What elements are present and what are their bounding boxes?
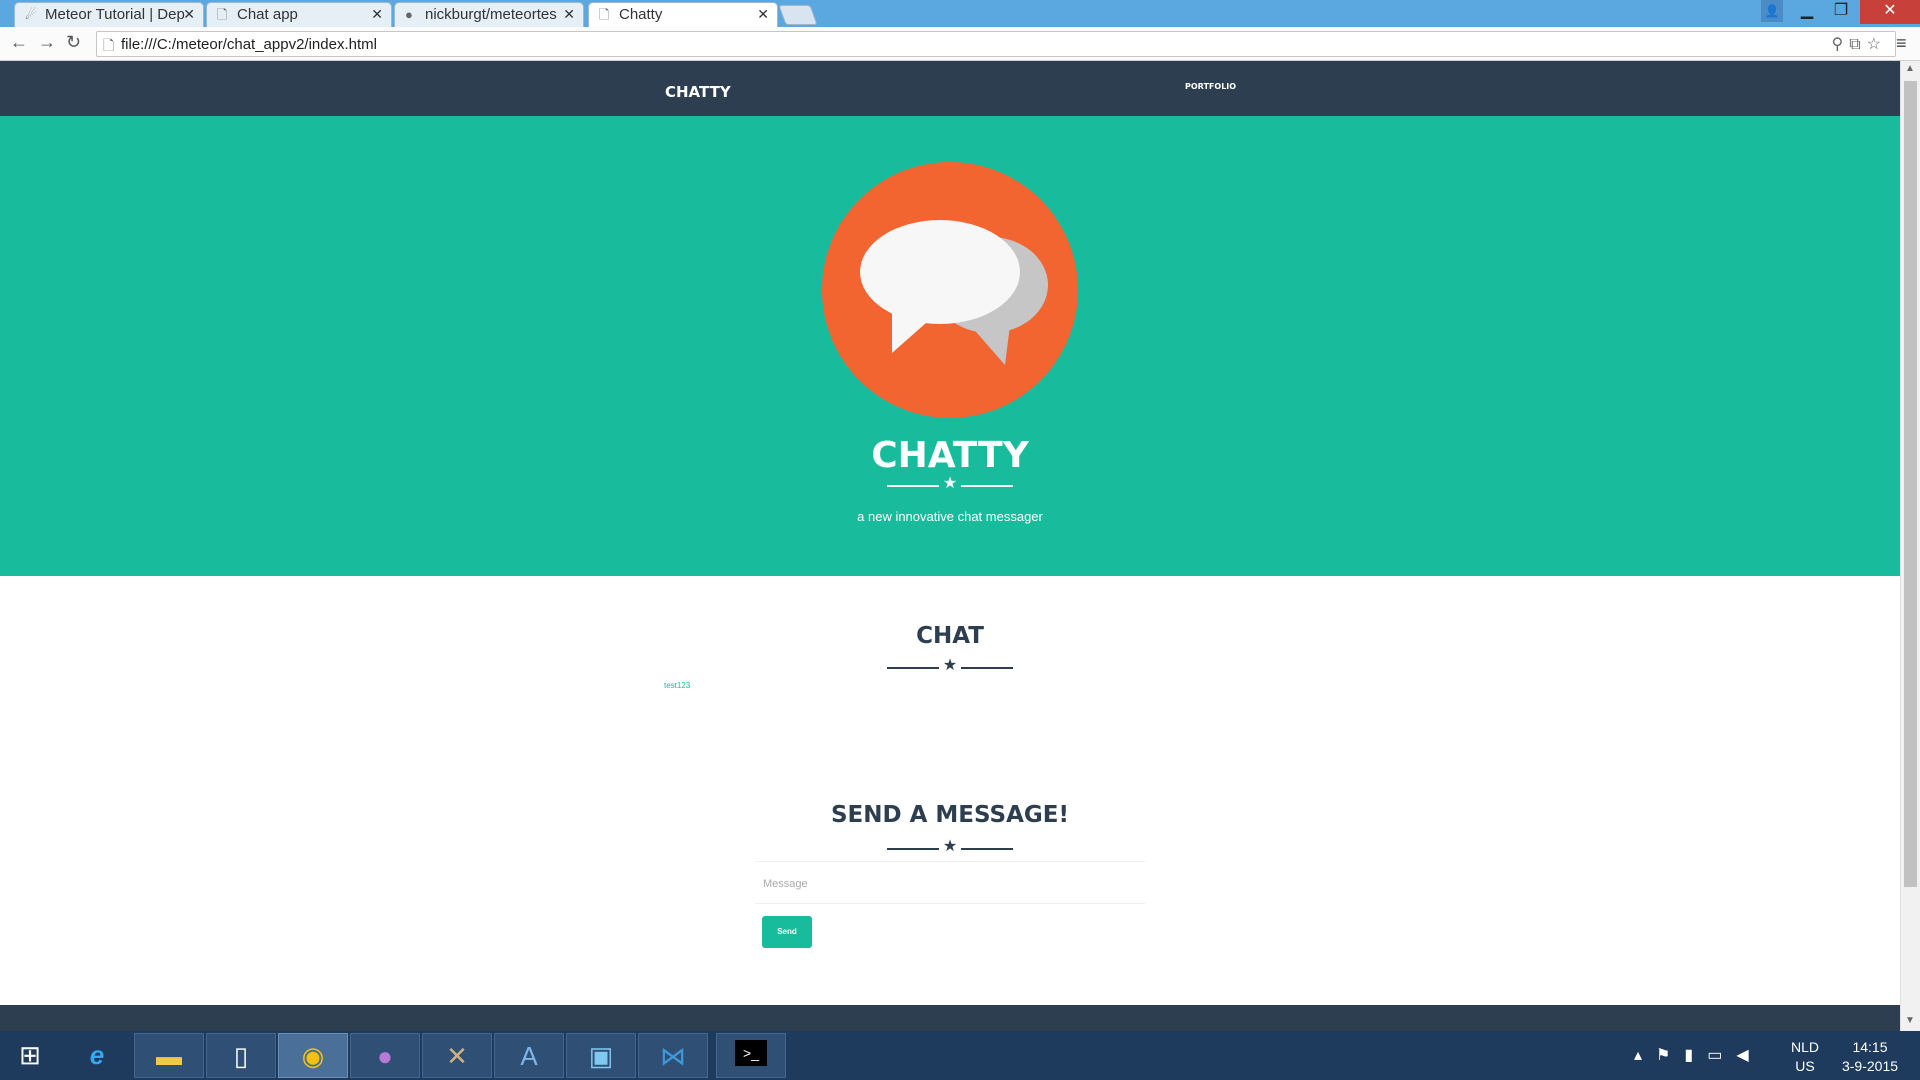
url-text[interactable]: file:///C:/meteor/chat_appv2/index.html bbox=[121, 36, 377, 53]
chrome-icon: ◉ bbox=[301, 1041, 325, 1071]
zoom-icon[interactable]: ⚲ bbox=[1832, 36, 1850, 53]
send-section-title: SEND A MESSAGE! bbox=[830, 802, 1069, 828]
site-footer bbox=[0, 1005, 1900, 1031]
message-input[interactable]: Message bbox=[755, 861, 1145, 904]
tab-chatty[interactable]: 🗋 Chatty ✕ bbox=[588, 2, 778, 28]
scroll-up-icon[interactable]: ▲ bbox=[1905, 63, 1915, 74]
address-bar[interactable]: 🗋 file:///C:/meteor/chat_appv2/index.htm… bbox=[96, 31, 1896, 57]
language-code: NLD bbox=[1790, 1039, 1819, 1055]
flag-icon[interactable]: ⚑ bbox=[1656, 1047, 1684, 1064]
chat-section-title: CHAT bbox=[916, 623, 984, 649]
text-editor-icon: A bbox=[520, 1041, 538, 1071]
hero-section: CHATTY ★ a new innovative chat messager bbox=[0, 116, 1900, 576]
scroll-down-icon[interactable]: ▼ bbox=[1905, 1015, 1915, 1026]
star-icon: ★ bbox=[942, 838, 958, 855]
translate-icon[interactable]: ⧉ bbox=[1849, 36, 1866, 53]
close-icon[interactable]: ✕ bbox=[183, 6, 195, 23]
notepad-icon: ▯ bbox=[233, 1041, 249, 1071]
command-prompt-icon: >_ bbox=[735, 1040, 767, 1066]
hero-title: CHATTY bbox=[871, 435, 1029, 476]
language-indicator[interactable]: NLD US bbox=[1788, 1038, 1822, 1076]
close-window-button[interactable]: ✕ bbox=[1860, 0, 1920, 24]
github-icon: ● bbox=[405, 7, 413, 22]
forward-icon[interactable]: → bbox=[38, 32, 56, 53]
taskbar-text-editor[interactable]: A bbox=[494, 1033, 564, 1078]
star-divider: ★ bbox=[887, 475, 1013, 493]
close-icon[interactable]: ✕ bbox=[371, 6, 383, 23]
windows-taskbar: ⊞ e ▬ ▯ ◉ ● ✕ A ▣ ⋈ >_ ▴⚑▮▭◀ NLD US 14:1… bbox=[0, 1031, 1920, 1080]
clock-time: 14:15 bbox=[1852, 1039, 1888, 1055]
close-icon[interactable]: ✕ bbox=[757, 6, 769, 23]
taskbar-github[interactable]: ● bbox=[350, 1033, 420, 1078]
star-divider: ★ bbox=[887, 657, 1013, 675]
page-viewport: CHATTY PORTFOLIO CHATTY ★ a new innovati… bbox=[0, 61, 1900, 1031]
taskbar-notepad[interactable]: ▯ bbox=[206, 1033, 276, 1078]
browser-toolbar: ← → ↻ 🗋 file:///C:/meteor/chat_appv2/ind… bbox=[0, 27, 1920, 61]
site-navbar: CHATTY PORTFOLIO bbox=[0, 61, 1900, 116]
menu-icon[interactable]: ≡ bbox=[1896, 33, 1907, 54]
profile-icon[interactable]: 👤 bbox=[1761, 0, 1783, 22]
send-button[interactable]: Send bbox=[762, 916, 812, 948]
maximize-button[interactable]: ❐ bbox=[1826, 0, 1856, 24]
page-icon: 🗋 bbox=[599, 7, 610, 22]
tab-label: nickburgt/meteortes bbox=[425, 6, 557, 23]
start-button[interactable]: ⊞ bbox=[0, 1033, 60, 1078]
tools-icon: ✕ bbox=[446, 1041, 468, 1071]
file-explorer-icon: ▬ bbox=[156, 1041, 182, 1071]
photo-viewer-icon: ▣ bbox=[588, 1041, 614, 1071]
keyboard-layout: US bbox=[1795, 1058, 1815, 1074]
scroll-thumb[interactable] bbox=[1904, 81, 1917, 887]
taskbar-photo-viewer[interactable]: ▣ bbox=[566, 1033, 636, 1078]
close-icon[interactable]: ✕ bbox=[563, 6, 575, 23]
star-icon: ★ bbox=[942, 475, 958, 492]
taskbar-chrome[interactable]: ◉ bbox=[278, 1033, 348, 1078]
clock-date: 3-9-2015 bbox=[1841, 1058, 1899, 1074]
network-icon[interactable]: ▭ bbox=[1707, 1047, 1736, 1064]
tab-label: Chatty bbox=[619, 6, 663, 23]
show-hidden-icon[interactable]: ▴ bbox=[1634, 1047, 1656, 1064]
bookmark-star-icon[interactable]: ☆ bbox=[1867, 36, 1887, 53]
tab-label: Meteor Tutorial | Dep bbox=[45, 6, 185, 23]
nav-link-portfolio[interactable]: PORTFOLIO bbox=[1185, 82, 1236, 91]
chat-logo-icon bbox=[822, 162, 1078, 418]
omnibox-actions: ⚲⧉☆ bbox=[1832, 34, 1888, 54]
taskbar-command-prompt[interactable]: >_ bbox=[716, 1033, 786, 1078]
tab-chat-app[interactable]: 🗋 Chat app ✕ bbox=[206, 2, 392, 27]
tab-meteor-tutorial[interactable]: ☄ Meteor Tutorial | Dep ✕ bbox=[14, 2, 204, 27]
page-icon: 🗋 bbox=[103, 37, 115, 53]
reload-icon[interactable]: ↻ bbox=[66, 32, 81, 53]
taskbar-visual-studio-code[interactable]: ⋈ bbox=[638, 1033, 708, 1078]
star-divider: ★ bbox=[887, 838, 1013, 856]
volume-icon[interactable]: ◀ bbox=[1736, 1047, 1762, 1064]
site-brand[interactable]: CHATTY bbox=[665, 83, 731, 101]
visual-studio-code-icon: ⋈ bbox=[660, 1041, 686, 1071]
taskbar-file-explorer[interactable]: ▬ bbox=[134, 1033, 204, 1078]
vertical-scrollbar[interactable]: ▲ ▼ bbox=[1900, 61, 1920, 1031]
tab-label: Chat app bbox=[237, 6, 298, 23]
internet-explorer-icon: e bbox=[89, 1040, 105, 1070]
tab-github-repo[interactable]: ● nickburgt/meteortes ✕ bbox=[394, 2, 584, 27]
taskbar-tools[interactable]: ✕ bbox=[422, 1033, 492, 1078]
browser-tab-strip: ☄ Meteor Tutorial | Dep ✕ 🗋 Chat app ✕ ● ni… bbox=[0, 0, 1920, 28]
new-tab-button[interactable] bbox=[778, 5, 818, 25]
system-tray: ▴⚑▮▭◀ bbox=[1634, 1045, 1763, 1065]
meteor-icon: ☄ bbox=[25, 7, 37, 22]
github-icon: ● bbox=[377, 1041, 393, 1071]
chat-message: test123 bbox=[664, 681, 691, 690]
system-clock[interactable]: 14:15 3-9-2015 bbox=[1830, 1038, 1910, 1076]
hero-subtitle: a new innovative chat messager bbox=[857, 509, 1043, 524]
taskbar-internet-explorer[interactable]: e bbox=[62, 1033, 132, 1078]
back-icon[interactable]: ← bbox=[10, 32, 28, 53]
minimize-button[interactable]: ▁ bbox=[1792, 0, 1822, 24]
power-icon[interactable]: ▮ bbox=[1684, 1047, 1707, 1064]
star-icon: ★ bbox=[942, 657, 958, 674]
start-icon: ⊞ bbox=[19, 1040, 41, 1070]
page-icon: 🗋 bbox=[217, 7, 228, 22]
